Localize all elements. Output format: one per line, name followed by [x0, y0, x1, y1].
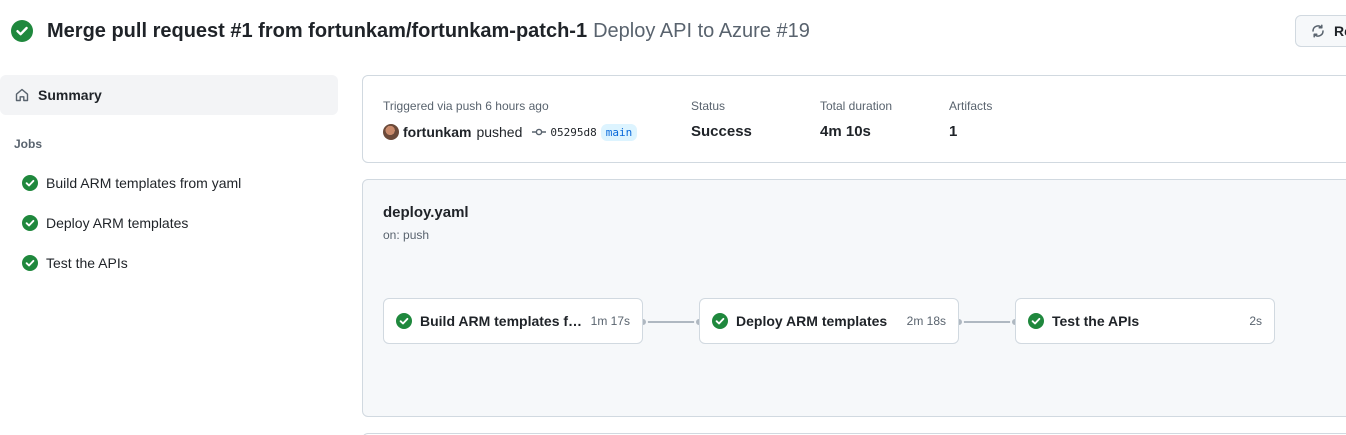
graph-job-deploy[interactable]: Deploy ARM templates 2m 18s	[699, 298, 959, 344]
run-summary-card: Triggered via push 6 hours ago fortunkam…	[362, 75, 1346, 163]
sidebar-item-summary[interactable]: Summary	[0, 75, 338, 115]
avatar[interactable]	[383, 124, 399, 140]
artifacts-label: Artifacts	[949, 99, 993, 113]
graph-job-duration: 1m 17s	[590, 314, 630, 328]
home-icon	[15, 88, 29, 102]
duration-value: 4m 10s	[820, 123, 871, 140]
sync-icon	[1312, 24, 1324, 38]
page-title: Merge pull request #1 from fortunkam/for…	[47, 19, 588, 42]
graph-job-name: Deploy ARM templates	[736, 313, 888, 329]
check-circle-fill-icon	[1028, 313, 1044, 329]
check-circle-fill-icon	[11, 20, 33, 42]
status-label: Status	[691, 99, 726, 113]
sidebar-job-deploy[interactable]: Deploy ARM templates	[14, 213, 188, 233]
workflow-trigger: on: push	[383, 228, 430, 242]
job-connector	[959, 321, 1015, 323]
check-circle-fill-icon	[22, 255, 38, 271]
actor-link[interactable]: fortunkam	[403, 124, 471, 140]
check-circle-fill-icon	[22, 175, 38, 191]
status-value: Success	[691, 123, 752, 140]
graph-job-name: Build ARM templates fro...	[420, 313, 585, 329]
git-commit-icon	[532, 128, 547, 136]
check-circle-fill-icon	[22, 215, 38, 231]
run-header: Merge pull request #1 from fortunkam/for…	[11, 19, 810, 43]
graph-job-name: Test the APIs	[1052, 313, 1140, 329]
artifacts-value[interactable]: 1	[949, 123, 957, 140]
sidebar-item-label: Summary	[38, 87, 102, 103]
workflow-run-name: Deploy API to Azure #19	[593, 19, 810, 42]
workflow-graph-card: deploy.yaml on: push Build ARM templates…	[362, 179, 1346, 417]
jobs-heading: Jobs	[14, 137, 43, 151]
graph-job-build[interactable]: Build ARM templates fro... 1m 17s	[383, 298, 643, 344]
trigger-label: Triggered via push 6 hours ago	[383, 99, 549, 113]
sidebar-job-label: Deploy ARM templates	[46, 215, 189, 231]
graph-job-duration: 2s	[1249, 314, 1262, 328]
sidebar-job-label: Test the APIs	[46, 255, 128, 271]
sidebar-job-build[interactable]: Build ARM templates from yaml	[14, 173, 241, 193]
sidebar-job-label: Build ARM templates from yaml	[46, 175, 242, 191]
rerun-button-label: Re	[1334, 23, 1346, 39]
trigger-details: fortunkam pushed 05295d8 main	[383, 122, 638, 142]
check-circle-fill-icon	[396, 313, 412, 329]
graph-job-duration: 2m 18s	[906, 314, 946, 328]
rerun-button[interactable]: Re	[1295, 15, 1346, 47]
trigger-action: pushed	[476, 124, 523, 140]
check-circle-fill-icon	[712, 313, 728, 329]
branch-label[interactable]: main	[600, 123, 638, 141]
sidebar: Summary Jobs Build ARM templates from ya…	[0, 75, 338, 271]
duration-label: Total duration	[820, 99, 893, 113]
sidebar-job-test[interactable]: Test the APIs	[14, 253, 128, 273]
graph-job-test[interactable]: Test the APIs 2s	[1015, 298, 1275, 344]
commit-sha-link[interactable]: 05295d8	[550, 126, 596, 139]
workflow-file-name[interactable]: deploy.yaml	[383, 204, 469, 221]
job-connector	[643, 321, 699, 323]
